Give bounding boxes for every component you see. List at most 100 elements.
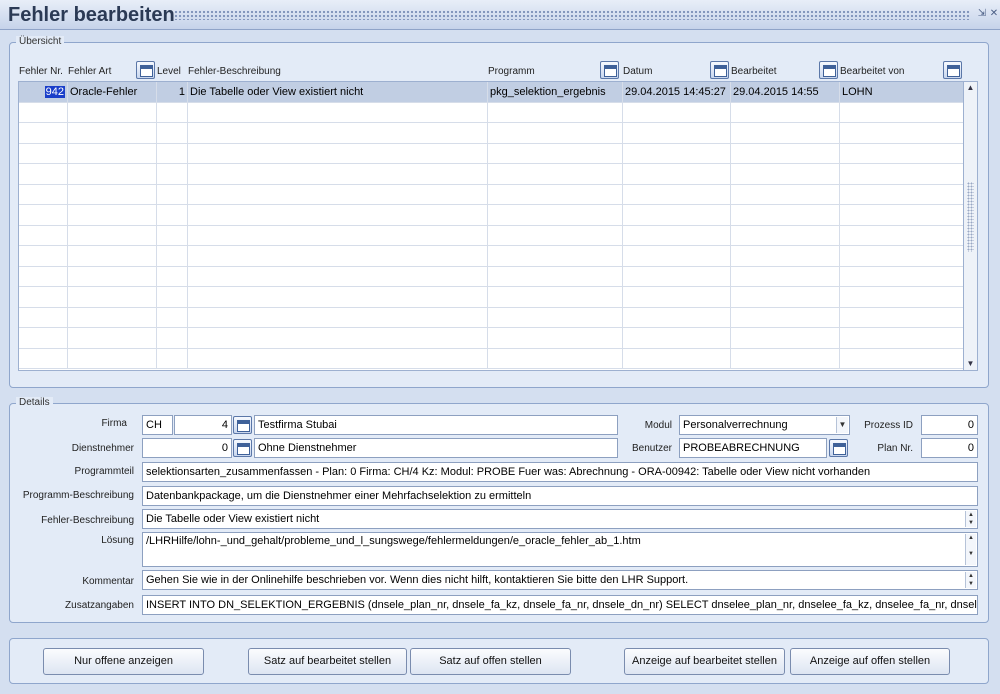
table-cell[interactable] <box>157 123 188 143</box>
table-cell[interactable] <box>840 246 963 266</box>
table-cell[interactable] <box>157 205 188 225</box>
table-row[interactable] <box>19 225 963 246</box>
table-cell[interactable] <box>157 287 188 307</box>
scroll-thumb[interactable] <box>967 182 974 252</box>
prozess-id-field[interactable]: 0 <box>921 415 978 435</box>
calendar-bearbeitet-icon[interactable] <box>819 61 838 79</box>
chevron-down-icon[interactable]: ▼ <box>836 417 848 433</box>
table-cell[interactable] <box>623 348 731 368</box>
table-cell[interactable] <box>188 143 488 163</box>
table-cell[interactable] <box>840 144 963 164</box>
table-cell[interactable] <box>68 205 157 225</box>
table-cell[interactable] <box>623 287 731 307</box>
table-cell[interactable] <box>840 287 963 307</box>
table-cell[interactable] <box>731 246 840 266</box>
kommentar-spinner-icon[interactable]: ▲ ▼ <box>965 572 976 588</box>
table-cell[interactable] <box>188 287 488 307</box>
table-row[interactable] <box>19 287 963 308</box>
cell-fehler-art[interactable]: Oracle-Fehler <box>68 82 157 102</box>
table-cell[interactable] <box>157 102 188 122</box>
table-cell[interactable] <box>68 184 157 204</box>
table-cell[interactable] <box>488 205 623 225</box>
table-cell[interactable] <box>840 349 963 369</box>
table-row[interactable] <box>19 143 963 164</box>
table-cell[interactable] <box>840 226 963 246</box>
table-row[interactable] <box>19 328 963 349</box>
table-cell[interactable] <box>157 225 188 245</box>
table-cell[interactable] <box>840 205 963 225</box>
table-cell[interactable] <box>488 307 623 327</box>
table-cell[interactable] <box>19 123 68 143</box>
table-cell[interactable] <box>188 266 488 286</box>
table-cell[interactable] <box>68 307 157 327</box>
table-cell[interactable] <box>188 225 488 245</box>
table-cell[interactable] <box>623 205 731 225</box>
table-cell[interactable] <box>19 348 68 368</box>
table-cell[interactable] <box>731 123 840 143</box>
table-cell[interactable] <box>840 185 963 205</box>
cell-datum[interactable]: 29.04.2015 14:45:27 <box>623 82 731 102</box>
table-cell[interactable] <box>68 164 157 184</box>
cell-programm[interactable]: pkg_selektion_ergebnis <box>488 82 623 102</box>
table-cell[interactable] <box>731 164 840 184</box>
table-cell[interactable] <box>157 143 188 163</box>
table-row[interactable] <box>19 348 963 369</box>
col-header-bearbeitet[interactable]: Bearbeitet <box>731 66 777 77</box>
table-cell[interactable] <box>840 164 963 184</box>
table-cell[interactable] <box>157 246 188 266</box>
table-cell[interactable] <box>188 123 488 143</box>
table-cell[interactable] <box>157 307 188 327</box>
scroll-down-icon[interactable]: ▼ <box>964 358 977 370</box>
table-cell[interactable] <box>188 164 488 184</box>
table-row[interactable]: 942 Oracle-Fehler 1 Die Tabelle oder Vie… <box>19 82 963 103</box>
table-cell[interactable] <box>188 102 488 122</box>
table-cell[interactable] <box>19 287 68 307</box>
table-cell[interactable] <box>157 164 188 184</box>
table-row[interactable] <box>19 307 963 328</box>
col-header-programm[interactable]: Programm <box>488 66 535 77</box>
table-cell[interactable] <box>68 102 157 122</box>
table-cell[interactable] <box>623 102 731 122</box>
cell-fehler-nr[interactable]: 942 <box>19 82 68 102</box>
table-cell[interactable] <box>157 266 188 286</box>
satz-bearbeitet-button[interactable]: Satz auf bearbeitet stellen <box>248 648 407 675</box>
table-cell[interactable] <box>68 287 157 307</box>
fehler-beschreibung-field[interactable]: Die Tabelle oder View existiert nicht ▲ ▼ <box>142 509 978 529</box>
dienstnehmer-name-field[interactable]: Ohne Dienstnehmer <box>254 438 618 458</box>
programm-beschreibung-field[interactable]: Datenbankpackage, um die Dienstnehmer ei… <box>142 486 978 506</box>
cell-bearbeitet[interactable]: 29.04.2015 14:55 <box>731 82 840 102</box>
table-cell[interactable] <box>488 123 623 143</box>
table-cell[interactable] <box>157 328 188 348</box>
table-cell[interactable] <box>488 328 623 348</box>
table-cell[interactable] <box>488 266 623 286</box>
cell-level[interactable]: 1 <box>157 82 188 102</box>
cell-bearbeitet-von[interactable]: LOHN <box>840 82 963 102</box>
satz-offen-button[interactable]: Satz auf offen stellen <box>410 648 571 675</box>
table-cell[interactable] <box>68 246 157 266</box>
table-cell[interactable] <box>731 307 840 327</box>
table-cell[interactable] <box>840 267 963 287</box>
anzeige-offen-button[interactable]: Anzeige auf offen stellen <box>790 648 950 675</box>
col-header-level[interactable]: Level <box>157 66 181 77</box>
loesung-scroll-icon[interactable]: ▲ ▼ <box>965 534 976 565</box>
cell-beschreibung[interactable]: Die Tabelle oder View existiert nicht <box>188 82 488 102</box>
table-row[interactable] <box>19 164 963 185</box>
table-cell[interactable] <box>623 123 731 143</box>
table-cell[interactable] <box>188 348 488 368</box>
table-cell[interactable] <box>731 184 840 204</box>
table-row[interactable] <box>19 266 963 287</box>
table-cell[interactable] <box>731 102 840 122</box>
dienstnehmer-lookup-icon[interactable] <box>233 439 252 457</box>
plan-nr-field[interactable]: 0 <box>921 438 978 458</box>
table-cell[interactable] <box>488 164 623 184</box>
loesung-field[interactable]: /LHRHilfe/lohn-_und_gehalt/probleme_und_… <box>142 532 978 567</box>
table-cell[interactable] <box>19 328 68 348</box>
table-cell[interactable] <box>731 225 840 245</box>
table-cell[interactable] <box>19 164 68 184</box>
programmteil-field[interactable]: selektionsarten_zusammenfassen - Plan: 0… <box>142 462 978 482</box>
table-cell[interactable] <box>19 307 68 327</box>
table-cell[interactable] <box>731 266 840 286</box>
table-cell[interactable] <box>623 307 731 327</box>
table-cell[interactable] <box>623 225 731 245</box>
table-cell[interactable] <box>68 225 157 245</box>
